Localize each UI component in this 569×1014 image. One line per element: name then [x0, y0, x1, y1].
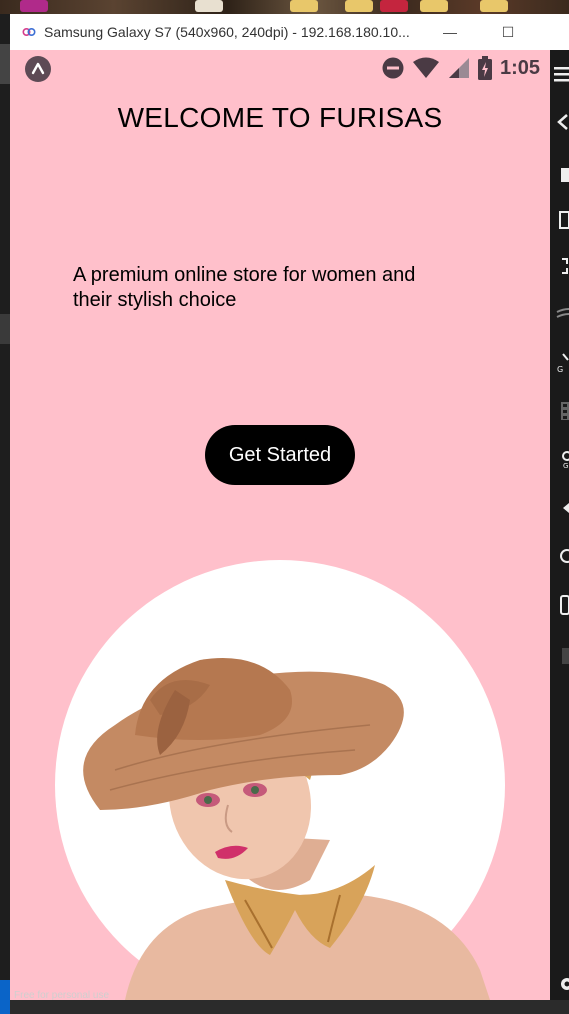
desktop-icon[interactable]: [380, 0, 408, 12]
background-window-edge: [0, 14, 10, 1000]
screen-icon[interactable]: [553, 210, 569, 232]
battery-charging-icon: [478, 56, 492, 80]
status-icons: 1:05: [382, 56, 540, 80]
background-window-tab[interactable]: [0, 44, 10, 84]
desktop-strip: [0, 0, 569, 14]
gallery-icon[interactable]: G: [553, 448, 569, 470]
do-not-disturb-icon: [382, 57, 404, 79]
app-logo-icon: [25, 56, 51, 82]
page-title: WELCOME TO FURISAS: [10, 102, 550, 134]
emulator-app-icon: [22, 25, 36, 39]
get-started-button[interactable]: Get Started: [205, 425, 355, 485]
maximize-button[interactable]: ☐: [498, 22, 518, 42]
divider: [553, 644, 569, 666]
delete-icon[interactable]: [553, 164, 569, 186]
background-window-tab[interactable]: [0, 314, 10, 344]
status-bar: 1:05: [10, 50, 550, 88]
desktop-icon[interactable]: [20, 0, 48, 12]
desktop-icon[interactable]: [345, 0, 373, 12]
desktop-icon[interactable]: [420, 0, 448, 12]
desktop-icon[interactable]: [480, 0, 508, 12]
back-icon[interactable]: [553, 112, 569, 134]
emulator-toolbar: G G: [550, 50, 569, 1000]
svg-text:G: G: [563, 462, 568, 470]
desktop-icon[interactable]: [290, 0, 318, 12]
desktop-icon[interactable]: [195, 0, 223, 12]
home-icon[interactable]: [553, 594, 569, 616]
power-icon[interactable]: [553, 546, 569, 568]
volume-icon[interactable]: [553, 498, 569, 520]
hero-image: [10, 550, 550, 1000]
signal-icon: [448, 57, 470, 79]
minimize-button[interactable]: —: [440, 22, 460, 42]
settings-icon[interactable]: [553, 974, 569, 996]
fullscreen-icon[interactable]: [553, 256, 569, 278]
menu-icon[interactable]: [553, 64, 569, 86]
wifi-icon: [412, 57, 440, 79]
watermark: Free for personal use: [14, 990, 109, 1001]
film-icon[interactable]: [553, 400, 569, 422]
taskbar-item[interactable]: [0, 980, 10, 1014]
status-time: 1:05: [500, 57, 540, 80]
emulator-title-bar[interactable]: Samsung Galaxy S7 (540x960, 240dpi) - 19…: [10, 14, 569, 51]
gps-icon[interactable]: G: [553, 352, 569, 374]
window-title: Samsung Galaxy S7 (540x960, 240dpi) - 19…: [44, 24, 410, 40]
svg-text:G: G: [557, 365, 563, 374]
phone-screen: 1:05 WELCOME TO FURISAS A premium online…: [10, 50, 550, 1000]
tagline: A premium online store for women and the…: [73, 263, 453, 313]
wifi-icon[interactable]: [553, 304, 569, 326]
